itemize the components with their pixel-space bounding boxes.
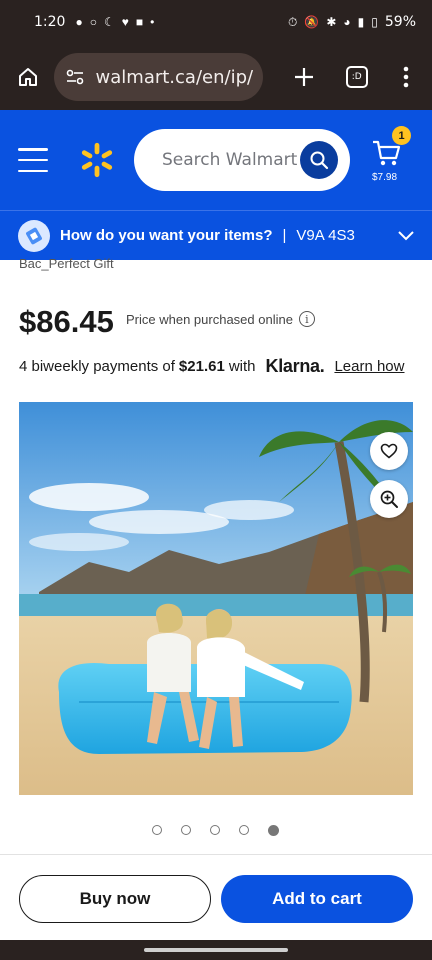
menu-button[interactable] (18, 148, 48, 172)
battery-percent: 59% (384, 14, 416, 30)
zoom-button[interactable] (370, 480, 408, 518)
info-icon[interactable]: i (298, 311, 315, 327)
carousel-dot[interactable] (210, 825, 220, 835)
product-content: Bac_Perfect Gift $86.45 Price when purch… (0, 256, 432, 944)
browser-toolbar: walmart.ca/en/ip/ :D (0, 44, 432, 110)
product-title-fragment: Bac_Perfect Gift (19, 256, 114, 271)
address-bar[interactable]: walmart.ca/en/ip/ (53, 53, 264, 101)
installment-with: with (228, 358, 256, 375)
learn-how-link[interactable]: Learn how (334, 358, 404, 375)
product-image[interactable] (19, 402, 413, 795)
gesture-handle[interactable] (144, 948, 288, 952)
hamburger-line (18, 158, 48, 162)
alarm-icon: ⏱ (288, 14, 298, 29)
signal-icon: ▮ (357, 15, 365, 29)
system-nav-bar (0, 940, 432, 960)
walmart-header: Search Walmart 1 $7.98 (0, 110, 432, 210)
status-time: 1:20 (34, 14, 66, 30)
delivery-selector[interactable]: How do you want your items? | V9A 4S3 (0, 210, 432, 260)
url-text: walmart.ca/en/ip/ (95, 66, 254, 88)
delivery-separator: | (282, 227, 287, 244)
postal-code: V9A 4S3 (296, 227, 355, 244)
cart-count-badge: 1 (392, 126, 411, 145)
hamburger-line (18, 169, 48, 172)
tab-switcher-button[interactable]: :D (339, 57, 373, 97)
browser-menu-button[interactable] (394, 57, 418, 97)
carousel-dot[interactable] (181, 825, 191, 835)
plus-icon (295, 68, 314, 86)
wifi-icon: ◕ (343, 15, 351, 29)
cart-button[interactable]: 1 $7.98 (370, 126, 412, 190)
buy-now-button[interactable]: Buy now (19, 875, 211, 923)
home-icon (18, 68, 37, 86)
heart-outline-icon (380, 443, 398, 459)
favorite-button[interactable] (370, 432, 408, 470)
installment-info: 4 biweekly payments of $21.61 with Klarn… (19, 356, 405, 377)
system-icons: ⏱ 🔕 ✱ ◕ ▮ ▯ 59% (288, 14, 416, 30)
installment-prefix: 4 biweekly payments of (19, 358, 175, 375)
delivery-prompt: How do you want your items? (60, 227, 273, 244)
app-icon: ■ (135, 15, 144, 29)
carousel-dot-active[interactable] (268, 825, 279, 836)
search-input[interactable]: Search Walmart (134, 129, 350, 191)
mute-icon: 🔕 (304, 15, 320, 29)
notification-icon: ○ (89, 15, 97, 29)
action-footer: Buy now Add to cart (0, 854, 432, 944)
carousel-dot[interactable] (152, 825, 162, 835)
image-carousel-indicators (152, 825, 279, 836)
search-icon (310, 151, 329, 170)
home-button[interactable] (14, 61, 42, 93)
status-bar: 1:20 ● ○ ☾ ♥ ■ • ⏱ 🔕 ✱ ◕ ▮ ▯ 59% (0, 0, 432, 44)
price-note-text: Price when purchased online (126, 311, 293, 327)
site-settings-icon (66, 69, 83, 85)
product-photo (19, 402, 413, 795)
price-note: Price when purchased online i (126, 311, 315, 327)
product-price: $86.45 (19, 304, 114, 339)
game-controller-icon: ● (75, 15, 83, 29)
bluetooth-icon: ✱ (326, 15, 337, 29)
hamburger-line (18, 148, 48, 151)
more-dot-icon: • (150, 15, 155, 29)
zoom-in-icon (380, 490, 398, 508)
carousel-dot[interactable] (239, 825, 249, 835)
notification-icons: ● ○ ☾ ♥ ■ • (75, 15, 154, 29)
battery-icon: ▯ (371, 15, 378, 29)
klarna-logo: Klarna. (265, 356, 325, 376)
search-placeholder: Search Walmart (162, 150, 298, 170)
moon-icon: ☾ (103, 15, 115, 29)
installment-amount: $21.61 (178, 358, 225, 375)
more-vert-icon (403, 66, 409, 88)
chevron-down-icon (398, 230, 414, 240)
new-tab-button[interactable] (287, 57, 321, 97)
search-button[interactable] (300, 141, 338, 179)
add-to-cart-button[interactable]: Add to cart (221, 875, 413, 923)
tab-count: :D (345, 66, 368, 88)
cart-total: $7.98 (372, 172, 398, 183)
delivery-icon (18, 219, 50, 252)
heart-icon: ♥ (121, 15, 129, 29)
walmart-spark-logo[interactable] (78, 141, 116, 179)
